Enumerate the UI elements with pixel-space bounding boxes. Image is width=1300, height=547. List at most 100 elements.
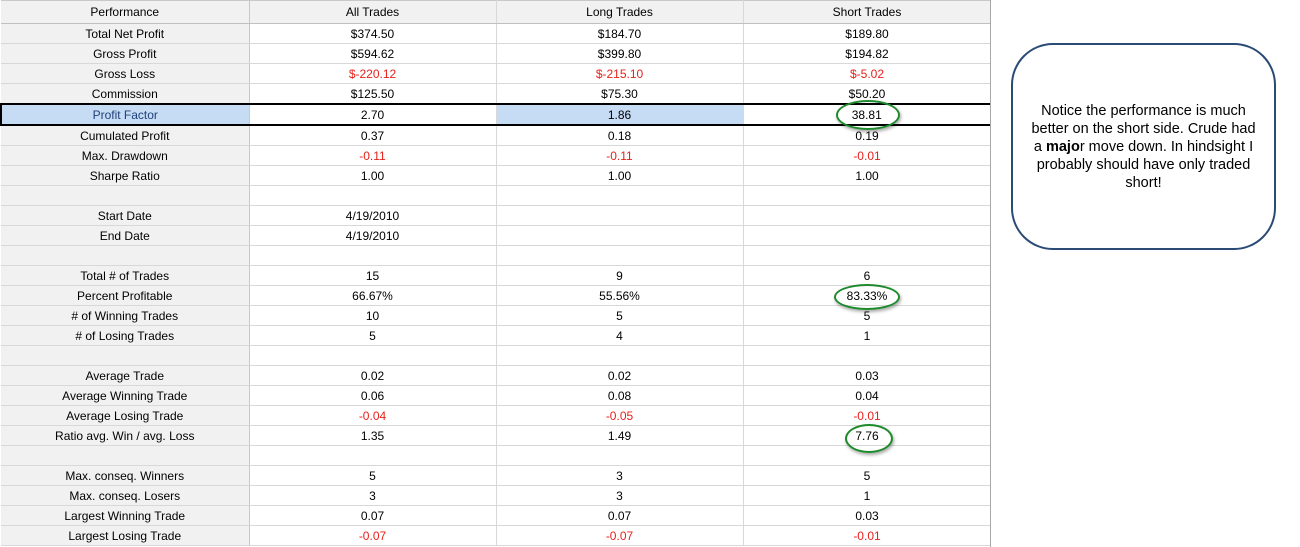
row-label[interactable]: Max. conseq. Losers — [1, 485, 250, 506]
row-label[interactable]: Average Losing Trade — [1, 405, 250, 426]
cell-short-trades[interactable]: -0.01 — [743, 525, 991, 546]
cell-short-trades[interactable]: 5 — [743, 465, 991, 486]
cell-long-trades[interactable] — [496, 225, 744, 246]
column-header-long-trades[interactable]: Long Trades — [496, 0, 744, 24]
cell-short-trades[interactable] — [743, 245, 991, 266]
cell-long-trades[interactable]: 55.56% — [496, 285, 744, 306]
row-total-of-trades[interactable]: Total # of Trades 15 9 6 — [1, 265, 991, 286]
cell-all-trades[interactable]: $125.50 — [249, 83, 497, 105]
cell-all-trades[interactable]: 15 — [249, 265, 497, 286]
row-largest-winning-trade[interactable]: Largest Winning Trade 0.07 0.07 0.03 — [1, 505, 991, 526]
cell-short-trades[interactable] — [743, 345, 991, 366]
cell-all-trades[interactable]: $-220.12 — [249, 63, 497, 84]
row-label[interactable]: Cumulated Profit — [1, 125, 250, 146]
row-label[interactable]: Total # of Trades — [1, 265, 250, 286]
cell-short-trades[interactable]: 1.00 — [743, 165, 991, 186]
row-start-date[interactable]: Start Date 4/19/2010 — [1, 205, 991, 226]
cell-short-trades[interactable]: 0.03 — [743, 365, 991, 386]
cell-short-trades[interactable]: 1 — [743, 325, 991, 346]
cell-long-trades[interactable]: 3 — [496, 465, 744, 486]
spacer-row[interactable] — [1, 245, 991, 266]
row-label[interactable]: Percent Profitable — [1, 285, 250, 306]
cell-long-trades[interactable]: 0.18 — [496, 125, 744, 146]
cell-short-trades[interactable] — [743, 225, 991, 246]
cell-long-trades[interactable] — [496, 345, 744, 366]
cell-long-trades[interactable]: 4 — [496, 325, 744, 346]
row-max-drawdown[interactable]: Max. Drawdown -0.11 -0.11 -0.01 — [1, 145, 991, 166]
cell-all-trades[interactable]: 66.67% — [249, 285, 497, 306]
row-sharpe-ratio[interactable]: Sharpe Ratio 1.00 1.00 1.00 — [1, 165, 991, 186]
row-max-conseq-winners[interactable]: Max. conseq. Winners 5 3 5 — [1, 465, 991, 486]
cell-short-trades[interactable]: $194.82 — [743, 43, 991, 64]
row-label[interactable]: End Date — [1, 225, 250, 246]
row-label[interactable]: Max. Drawdown — [1, 145, 250, 166]
cell-all-trades[interactable]: 0.07 — [249, 505, 497, 526]
row-label[interactable]: # of Losing Trades — [1, 325, 250, 346]
cell-all-trades[interactable]: 0.06 — [249, 385, 497, 406]
row-label[interactable]: Largest Losing Trade — [1, 525, 250, 546]
row-average-losing-trade[interactable]: Average Losing Trade -0.04 -0.05 -0.01 — [1, 405, 991, 426]
cell-short-trades[interactable]: -0.01 — [743, 145, 991, 166]
cell-all-trades[interactable]: 5 — [249, 465, 497, 486]
row-label[interactable]: Profit Factor — [0, 103, 250, 126]
row-label[interactable]: Start Date — [1, 205, 250, 226]
cell-long-trades[interactable] — [496, 205, 744, 226]
row-average-winning-trade[interactable]: Average Winning Trade 0.06 0.08 0.04 — [1, 385, 991, 406]
cell-long-trades[interactable]: $-215.10 — [496, 63, 744, 84]
cell-all-trades[interactable]: 1.00 — [249, 165, 497, 186]
cell-all-trades[interactable] — [249, 245, 497, 266]
row-label[interactable]: Largest Winning Trade — [1, 505, 250, 526]
cell-long-trades[interactable] — [496, 245, 744, 266]
cell-long-trades[interactable]: 0.08 — [496, 385, 744, 406]
cell-short-trades[interactable]: -0.01 — [743, 405, 991, 426]
cell-long-trades[interactable]: $184.70 — [496, 23, 744, 44]
cell-long-trades[interactable]: 1.00 — [496, 165, 744, 186]
cell-all-trades[interactable] — [249, 185, 497, 206]
column-header-short-trades[interactable]: Short Trades — [743, 0, 991, 24]
spacer-row[interactable] — [1, 345, 991, 366]
cell-all-trades[interactable]: $594.62 — [249, 43, 497, 64]
cell-all-trades[interactable]: 1.35 — [249, 425, 497, 446]
column-header-all-trades[interactable]: All Trades — [249, 0, 497, 24]
cell-short-trades[interactable]: $189.80 — [743, 23, 991, 44]
cell-all-trades[interactable]: -0.11 — [249, 145, 497, 166]
row-label[interactable]: # of Winning Trades — [1, 305, 250, 326]
spacer-row[interactable] — [1, 185, 991, 206]
cell-long-trades[interactable]: 1.49 — [496, 425, 744, 446]
cell-long-trades[interactable]: $399.80 — [496, 43, 744, 64]
cell-all-trades[interactable]: 4/19/2010 — [249, 225, 497, 246]
cell-all-trades[interactable]: 0.37 — [249, 125, 497, 146]
cell-all-trades[interactable] — [249, 345, 497, 366]
cell-long-trades[interactable]: 5 — [496, 305, 744, 326]
cell-all-trades[interactable]: $374.50 — [249, 23, 497, 44]
cell-long-trades[interactable] — [496, 185, 744, 206]
cell-all-trades[interactable]: -0.04 — [249, 405, 497, 426]
cell-short-trades[interactable]: 0.04 — [743, 385, 991, 406]
row-label[interactable] — [1, 445, 250, 466]
row-largest-losing-trade[interactable]: Largest Losing Trade -0.07 -0.07 -0.01 — [1, 525, 991, 546]
row-label[interactable]: Gross Profit — [1, 43, 250, 64]
row-label[interactable] — [1, 245, 250, 266]
row-average-trade[interactable]: Average Trade 0.02 0.02 0.03 — [1, 365, 991, 386]
cell-long-trades[interactable] — [496, 445, 744, 466]
cell-long-trades[interactable]: $75.30 — [496, 83, 744, 105]
column-header-performance[interactable]: Performance — [1, 0, 250, 24]
cell-all-trades[interactable]: 10 — [249, 305, 497, 326]
cell-short-trades[interactable]: 6 — [743, 265, 991, 286]
row-label[interactable]: Total Net Profit — [1, 23, 250, 44]
row-label[interactable]: Average Winning Trade — [1, 385, 250, 406]
row-ratio-avg-win-avg-loss[interactable]: Ratio avg. Win / avg. Loss 1.35 1.49 7.76 — [1, 425, 991, 446]
cell-long-trades[interactable]: 0.07 — [496, 505, 744, 526]
cell-long-trades[interactable]: 0.02 — [496, 365, 744, 386]
cell-all-trades[interactable]: 3 — [249, 485, 497, 506]
row-label[interactable]: Sharpe Ratio — [1, 165, 250, 186]
row-label[interactable]: Commission — [1, 83, 250, 105]
row-of-losing-trades[interactable]: # of Losing Trades 5 4 1 — [1, 325, 991, 346]
row-max-conseq-losers[interactable]: Max. conseq. Losers 3 3 1 — [1, 485, 991, 506]
cell-short-trades[interactable] — [743, 205, 991, 226]
cell-all-trades[interactable]: 2.70 — [249, 103, 497, 126]
cell-long-trades[interactable]: 9 — [496, 265, 744, 286]
spacer-row[interactable] — [1, 445, 991, 466]
row-label[interactable] — [1, 185, 250, 206]
row-gross-profit[interactable]: Gross Profit $594.62 $399.80 $194.82 — [1, 43, 991, 64]
